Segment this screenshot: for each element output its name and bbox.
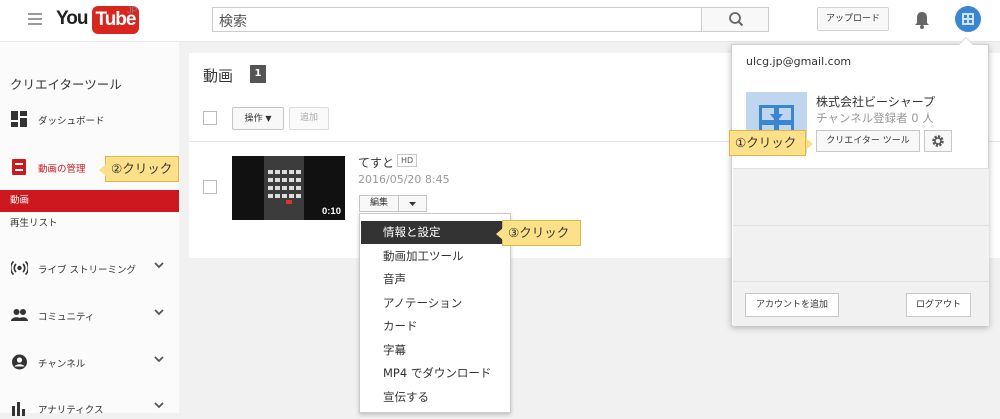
- add-account-button[interactable]: アカウントを追加: [745, 293, 839, 317]
- analytics-icon: [12, 402, 25, 416]
- video-duration: 0:10: [321, 206, 341, 217]
- top-bar: You Tube JP 検索 アップロード: [0, 0, 1000, 42]
- menu-item-annotations[interactable]: アノテーション: [361, 292, 509, 315]
- chevron-down-icon[interactable]: [153, 353, 165, 365]
- sidebar-item-label: チャンネル: [38, 359, 86, 370]
- chevron-down-icon[interactable]: [153, 306, 165, 318]
- video-title[interactable]: てすと: [358, 154, 394, 171]
- dashboard-icon: [11, 111, 27, 127]
- sidebar-item-analytics[interactable]: アナリティクス: [0, 397, 179, 419]
- sidebar-subitem-videos[interactable]: 動画: [0, 190, 179, 212]
- channel-icon: [12, 354, 27, 370]
- callout-text: ①クリック: [735, 135, 797, 150]
- menu-item-info-settings[interactable]: 情報と設定: [361, 221, 509, 244]
- channel-logo-icon: [962, 13, 974, 25]
- menu-item-audio[interactable]: 音声: [361, 268, 509, 291]
- video-checkbox[interactable]: [203, 180, 217, 194]
- sidebar: クリエイターツール ダッシュボード 動画の管理 動画 再生リスト ライブ ストリ…: [0, 42, 179, 416]
- sidebar-item-live[interactable]: ライブ ストリーミング: [0, 257, 179, 279]
- video-thumbnail[interactable]: 0:10: [232, 156, 345, 220]
- channel-name: 株式会社ビーシャープ: [816, 95, 936, 109]
- select-all-checkbox[interactable]: [203, 111, 217, 125]
- hd-badge: HD: [397, 154, 418, 167]
- menu-icon[interactable]: [28, 13, 42, 25]
- sidebar-subitem-playlists[interactable]: 再生リスト: [0, 213, 179, 235]
- callout-step3: ③クリック: [496, 220, 581, 246]
- logout-button[interactable]: ログアウト: [906, 293, 971, 317]
- edit-dropdown-button[interactable]: [398, 195, 427, 212]
- sidebar-item-channel[interactable]: チャンネル: [0, 351, 179, 373]
- subscriber-count: チャンネル登録者 0 人: [816, 111, 934, 125]
- callout-text: ②クリック: [111, 161, 173, 176]
- sidebar-title: クリエイターツール: [10, 77, 122, 92]
- search-button[interactable]: [701, 7, 769, 32]
- sidebar-item-label: ダッシュボード: [38, 116, 105, 127]
- actions-button[interactable]: 操作 ▼: [232, 107, 284, 130]
- video-count-badge: 1: [250, 65, 266, 83]
- menu-item-download-mp4[interactable]: MP4 でダウンロード: [361, 362, 509, 385]
- video-date: 2016/05/20 8:45: [358, 173, 450, 186]
- account-list-area: [733, 225, 989, 281]
- notification-bell-icon[interactable]: [912, 9, 932, 31]
- gear-icon: [932, 135, 944, 147]
- sidebar-item-label: コミュニティ: [38, 312, 95, 323]
- callout-step1: ①クリック: [729, 130, 813, 156]
- account-popup: ulcg.jp@gmail.com 株式会社ビーシャープ チャンネル登録者 0 …: [731, 37, 989, 326]
- caret-down-icon: ▼: [265, 114, 272, 123]
- settings-button[interactable]: [924, 130, 952, 152]
- callout-text: ③クリック: [508, 225, 570, 240]
- page-title: 動画: [203, 67, 234, 85]
- keyboard-image: [264, 156, 304, 220]
- add-to-button[interactable]: 追加: [289, 107, 329, 130]
- search-icon: [729, 12, 744, 27]
- sidebar-item-community[interactable]: コミュニティ: [0, 304, 179, 326]
- actions-label: 操作: [244, 114, 263, 124]
- creator-studio-button[interactable]: クリエイター ツール: [816, 130, 920, 152]
- chevron-down-icon[interactable]: [153, 399, 165, 411]
- search-input[interactable]: 検索: [212, 7, 701, 32]
- sidebar-item-label: ライブ ストリーミング: [38, 265, 137, 276]
- sidebar-item-label: アナリティクス: [38, 405, 104, 416]
- menu-item-promote[interactable]: 宣伝する: [361, 386, 509, 409]
- account-avatar[interactable]: [955, 6, 981, 32]
- account-email: ulcg.jp@gmail.com: [746, 55, 852, 68]
- sidebar-item-label: 動画の管理: [38, 164, 86, 175]
- menu-item-subtitles[interactable]: 字幕: [361, 339, 509, 362]
- edit-button[interactable]: 編集: [359, 195, 399, 212]
- callout-step2: ②クリック: [99, 156, 179, 182]
- upload-button[interactable]: アップロード: [817, 7, 889, 31]
- live-icon: [11, 260, 28, 276]
- caret-down-icon: [409, 202, 416, 206]
- sidebar-item-dashboard[interactable]: ダッシュボード: [0, 108, 179, 130]
- menu-item-enhancements[interactable]: 動画加工ツール: [361, 245, 509, 268]
- account-list-area: [733, 168, 989, 225]
- chevron-down-icon[interactable]: [153, 259, 165, 271]
- community-icon: [11, 309, 28, 321]
- edit-dropdown-menu: 情報と設定 動画加工ツール 音声 アノテーション カード 字幕 MP4 でダウン…: [359, 213, 511, 413]
- video-manager-icon: [12, 159, 26, 175]
- menu-item-cards[interactable]: カード: [361, 315, 509, 338]
